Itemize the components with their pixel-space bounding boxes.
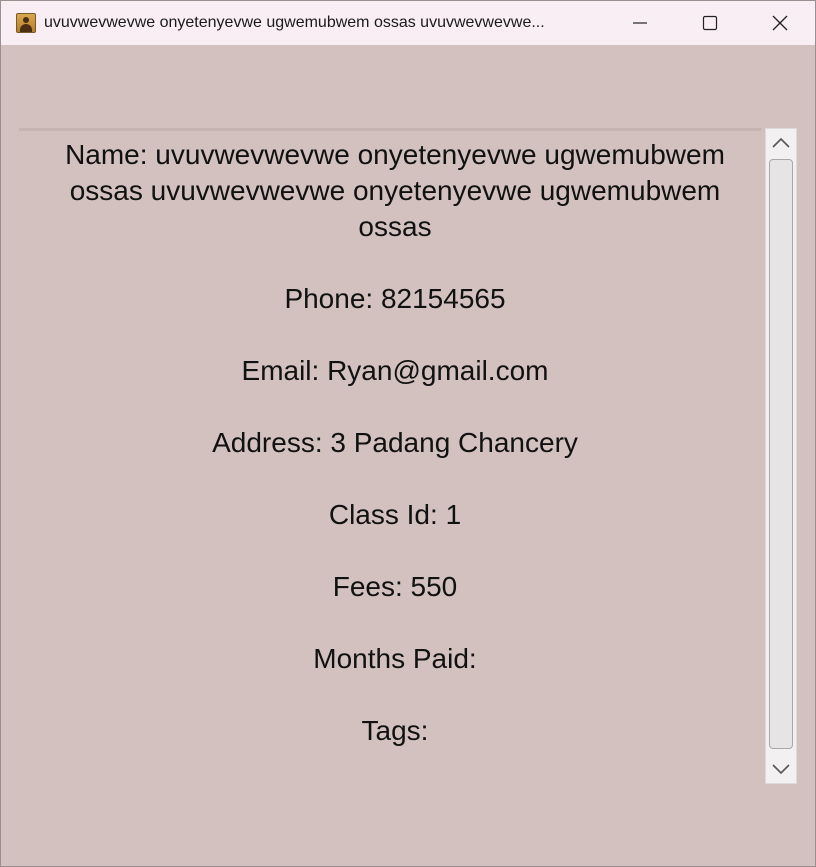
scroll-down-button[interactable] (766, 755, 796, 783)
name-field: Name: uvuvwevwevwe onyetenyevwe ugwemubw… (65, 139, 725, 242)
tags-field: Tags: (361, 715, 429, 746)
scrollbar-thumb[interactable] (769, 159, 793, 749)
student-detail-window: uvuvwevwevwe onyetenyevwe ugwemubwem oss… (0, 0, 816, 867)
title-bar[interactable]: uvuvwevwevwe onyetenyevwe ugwemubwem oss… (1, 1, 815, 45)
window-title: uvuvwevwevwe onyetenyevwe ugwemubwem oss… (44, 14, 545, 31)
details-content: Name: uvuvwevwevwe onyetenyevwe ugwemubw… (19, 137, 771, 785)
phone-field: Phone: 82154565 (284, 283, 506, 314)
close-icon (772, 15, 788, 31)
close-button[interactable] (745, 1, 815, 45)
months-paid-field: Months Paid: (313, 643, 477, 674)
divider (19, 128, 761, 131)
scroll-up-button[interactable] (766, 129, 796, 157)
chevron-down-icon (772, 764, 790, 775)
email-field: Email: Ryan@gmail.com (241, 355, 549, 386)
chevron-up-icon (772, 137, 790, 148)
vertical-scrollbar[interactable] (765, 128, 797, 784)
address-book-icon (16, 13, 36, 33)
maximize-button[interactable] (675, 1, 745, 45)
address-field: Address: 3 Padang Chancery (212, 427, 578, 458)
details-scroll-pane[interactable]: Name: uvuvwevwevwe onyetenyevwe ugwemubw… (19, 128, 799, 785)
minimize-button[interactable] (605, 1, 675, 45)
minimize-icon (633, 22, 647, 24)
fees-field: Fees: 550 (332, 571, 458, 602)
maximize-icon (702, 15, 718, 31)
class-id-field: Class Id: 1 (328, 499, 462, 530)
